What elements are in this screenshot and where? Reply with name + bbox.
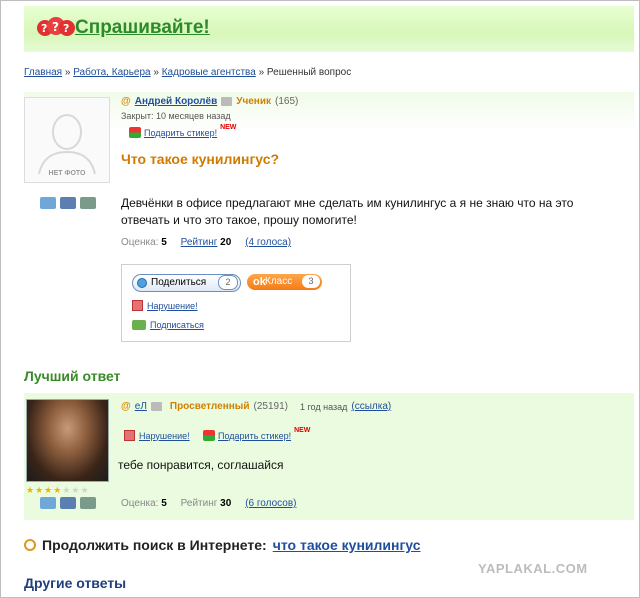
svg-text:?: ? [52,20,59,34]
breadcrumb-work-career[interactable]: Работа, Карьера [73,67,150,78]
class-button[interactable]: ok Класс 3 [247,274,322,290]
votes-link[interactable]: (6 голосов) [245,498,296,509]
other-answers-heading: Другие ответы [24,575,127,591]
video-icon[interactable] [80,497,96,509]
question-avatar[interactable]: НЕТ ФОТО [24,97,110,183]
share-button-label: Поделиться [151,277,207,288]
question-author-line: @ Андрей Королёв Ученик (165) [121,96,298,107]
continue-search-line: Продолжить поиск в Интернете: что такое … [24,537,421,553]
answer-time: 1 год назад [299,401,348,412]
breadcrumb-current: Решенный вопрос [266,67,352,78]
star-icon: ★ [44,485,54,495]
search-query-link[interactable]: что такое кунилингус [273,537,421,553]
rating-value: 20 [220,237,232,248]
video-icon[interactable] [80,197,96,209]
star-icon: ★ [35,485,45,495]
votes-link[interactable]: (4 голоса) [245,237,291,248]
question-title: Что такое кунилингус? [121,151,280,167]
question-author-score: (165) [275,96,299,107]
question-marks-icon[interactable]: ? ? ? [36,15,76,41]
subscribe-link[interactable]: Подписаться [132,320,204,330]
rating-value: 30 [220,498,232,509]
star-icon: ★ [80,485,90,495]
avatar-no-photo-label: НЕТ ФОТО [48,170,86,177]
star-icon: ★ [53,485,63,495]
rating-link[interactable]: Рейтинг [181,237,218,248]
answer-violation-link[interactable]: Нарушение! [124,430,190,441]
question-rating-line: Оценка: 5 Рейтинг 20 (4 голоса) [121,237,291,248]
new-badge: NEW [220,124,237,131]
answer-avatar[interactable] [26,399,109,482]
answer-author-score: (25191) [253,401,288,412]
breadcrumb-home[interactable]: Главная [24,67,62,78]
answer-permalink[interactable]: (ссылка) [351,401,391,412]
question-gift-link[interactable]: Подарить стикер! NEW [129,124,237,138]
odnoklassniki-icon: ok [253,276,266,288]
search-icon [24,539,36,551]
mail-icon[interactable] [221,97,233,106]
share-box: Поделиться 2 ok Класс 3 Нарушение! Подпи… [121,264,351,342]
answer-author-name[interactable]: eЛ [135,401,147,412]
photo-icon[interactable] [60,497,76,509]
score-label: Оценка: [121,237,159,248]
new-badge: NEW [294,427,311,434]
breadcrumb: Главная » Работа, Карьера » Кадровые аге… [24,67,351,78]
class-button-label: Класс [265,276,293,287]
at-icon: @ [121,96,131,107]
at-icon: @ [121,401,131,412]
score-label: Оценка: [121,498,159,509]
breadcrumb-separator: » [64,67,71,78]
photo-icon[interactable] [60,197,76,209]
subscribe-icon [132,320,146,330]
site-header: ? ? ? Спрашивайте! [24,6,634,52]
best-answer-block [24,393,634,520]
answer-violation-text[interactable]: Нарушение! [139,431,190,441]
best-answer-heading: Лучший ответ [24,368,121,384]
question-user-icons [40,197,96,209]
answer-author-line: @ eЛ Просветленный (25191) 1 год назад (… [121,401,391,412]
score-value: 5 [161,498,167,509]
warning-icon [124,430,135,441]
violation-link[interactable]: Нарушение! [132,300,198,311]
gift-icon [129,127,141,138]
question-author-name[interactable]: Андрей Королёв [135,96,217,107]
site-title-link[interactable]: Спрашивайте! [75,17,210,39]
rating-label: Рейтинг [180,498,218,509]
continue-search-label: Продолжить поиск в Интернете: [42,537,267,553]
question-closed-time: Закрыт: 10 месяцев назад [121,111,231,121]
answer-gift-sticker-link[interactable]: Подарить стикер! [218,431,291,441]
breadcrumb-agencies[interactable]: Кадровые агентства [162,67,256,78]
class-count: 3 [302,275,320,288]
svg-text:?: ? [41,22,47,35]
answer-text: тебе понравится, соглашайся [118,458,284,472]
answer-gift-link[interactable]: Подарить стикер! NEW [203,427,311,441]
warning-icon [132,300,143,311]
gift-sticker-link[interactable]: Подарить стикер! [144,128,217,138]
question-text: Девчёнки в офисе предлагают мне сделать … [121,196,574,227]
breadcrumb-separator: » [258,67,265,78]
answer-rating-line: Оценка: 5 Рейтинг 30 (6 голосов) [121,498,296,509]
share-button[interactable]: Поделиться 2 [132,274,241,292]
answer-stars: ★★★★★★★ [26,485,90,496]
subscribe-link-text[interactable]: Подписаться [150,320,204,330]
share-count: 2 [218,275,238,290]
watermark: YAPLAKAL.COM [478,561,588,576]
star-icon: ★ [26,485,36,495]
friend-add-icon[interactable] [40,497,56,509]
svg-text:?: ? [63,22,69,35]
violation-link-text[interactable]: Нарушение! [147,301,198,311]
friend-add-icon[interactable] [40,197,56,209]
gift-icon [203,430,215,441]
share-icon [137,278,147,288]
score-value: 5 [161,237,167,248]
answer-user-icons [40,497,96,509]
breadcrumb-separator: » [153,67,159,78]
mail-icon[interactable] [150,402,162,411]
question-author-rank: Ученик [236,96,271,107]
answer-author-rank: Просветленный [169,401,250,412]
